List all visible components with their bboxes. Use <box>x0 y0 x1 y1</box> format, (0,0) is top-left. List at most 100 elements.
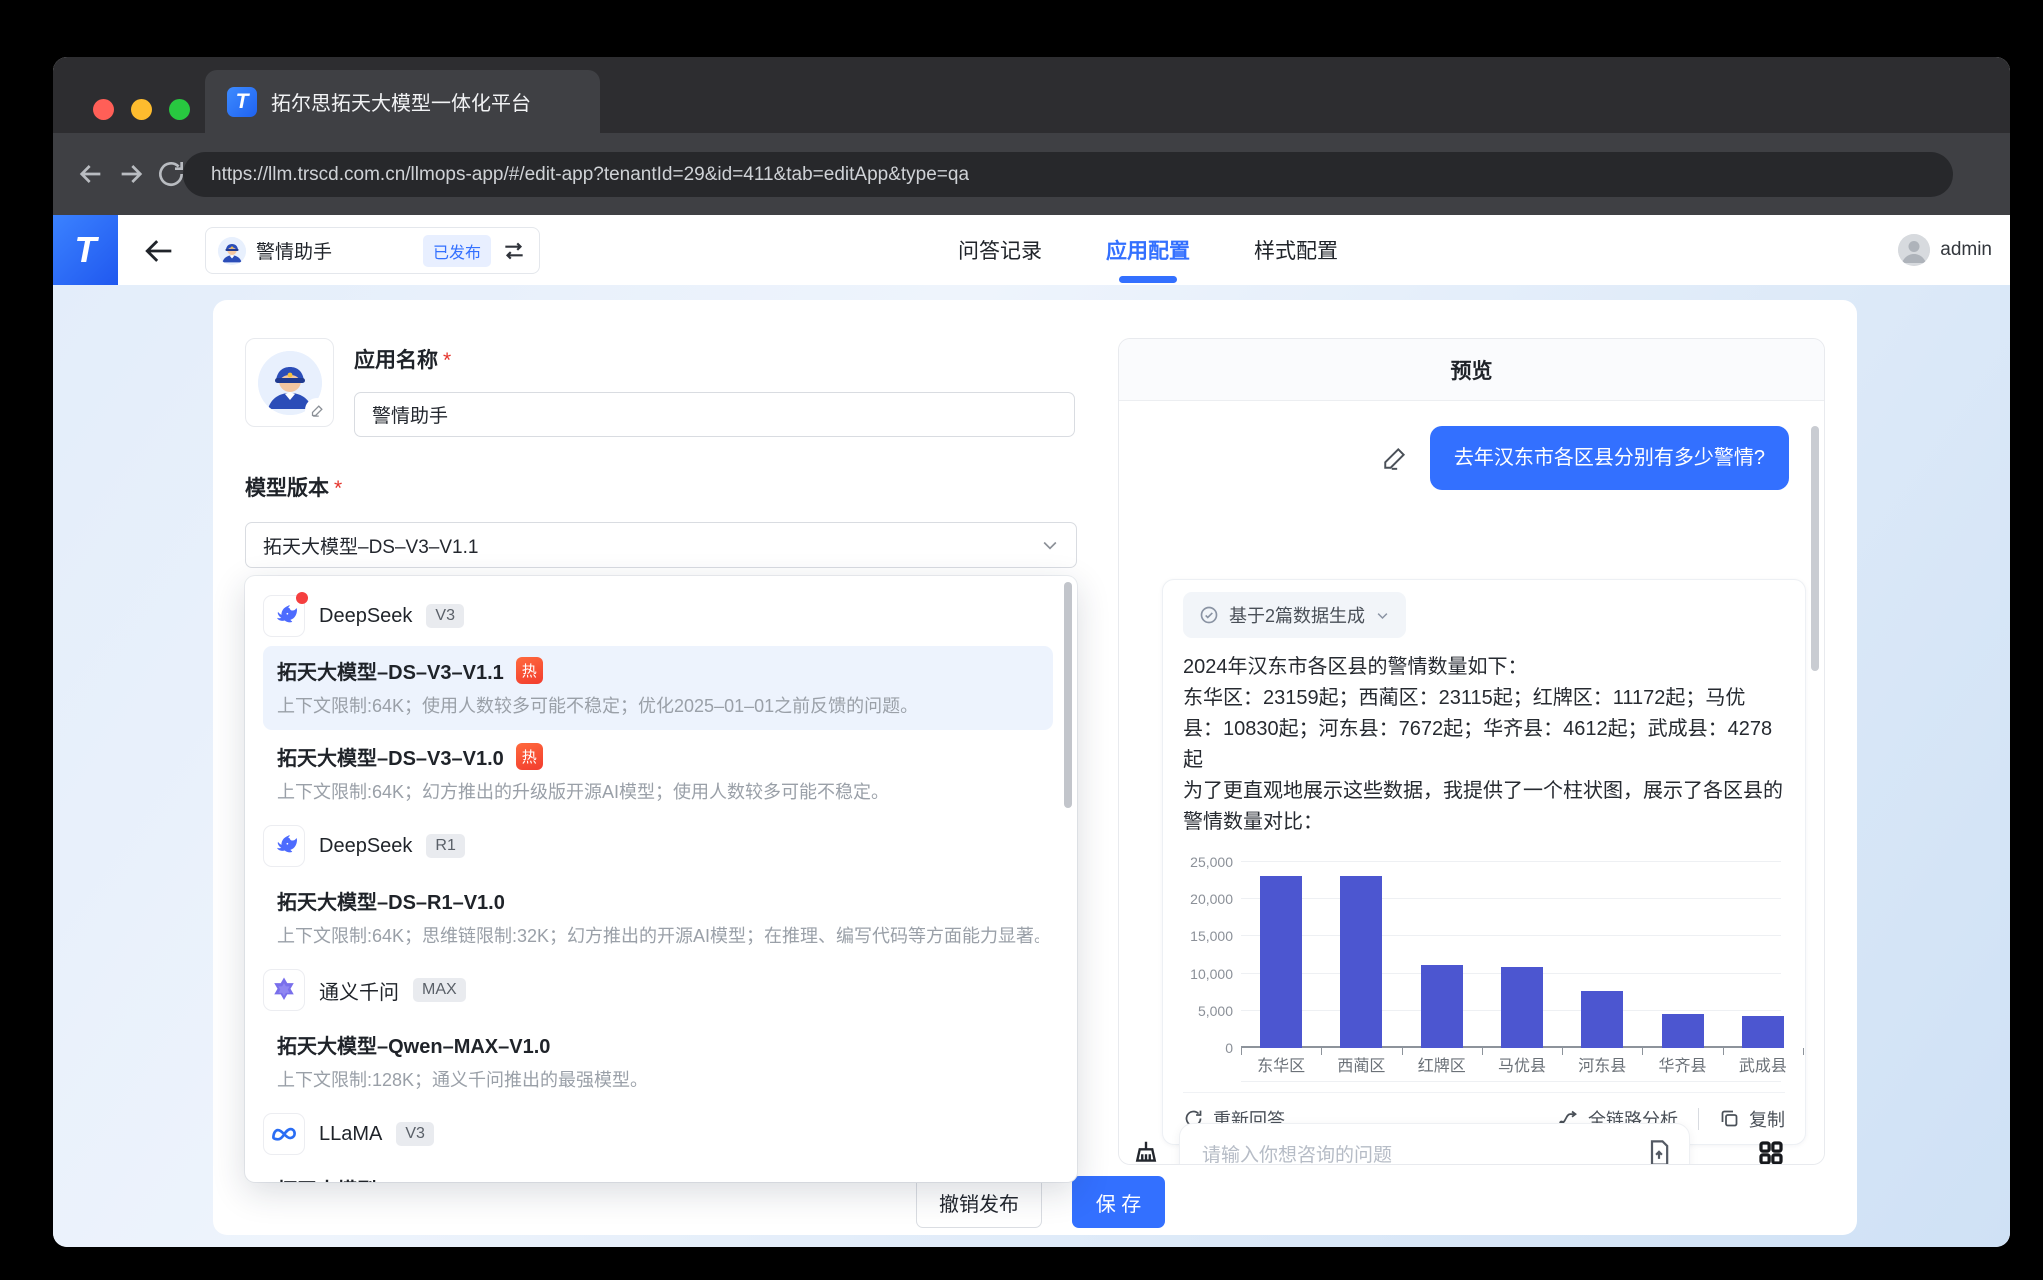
bar-西蔺区 <box>1340 876 1382 1048</box>
source-chip[interactable]: 基于2篇数据生成 <box>1183 592 1406 638</box>
deepseek-logo-icon <box>263 825 305 867</box>
x-axis-label: 西蔺区 <box>1321 1052 1401 1076</box>
bar-华齐县 <box>1662 1014 1704 1048</box>
clear-conversation-icon[interactable] <box>1131 1138 1161 1165</box>
model-option[interactable]: 拓天大模型–DS–V3–V1.0 热上下文限制:64K；幻方推出的升级版开源AI模… <box>263 732 1053 816</box>
browser-toolbar: https://llm.trscd.com.cn/llmops-app/#/ed… <box>53 133 2010 215</box>
browser-titlebar: T 拓尔思拓天大模型一体化平台 <box>53 57 2010 133</box>
x-axis-label: 马优县 <box>1482 1052 1562 1076</box>
model-dropdown: DeepSeekV3拓天大模型–DS–V3–V1.1热上下文限制:64K；使用人… <box>245 576 1077 1182</box>
forward-icon[interactable] <box>115 158 147 190</box>
model-option-description: 上下文限制:64K；幻方推出的升级版开源AI模型；使用人数较多可能不稳定。 <box>277 778 1039 804</box>
chat-area: 去年汉东市各区县分别有多少警情? 基于2篇数据生成 2024年汉东市各区县的警情 <box>1119 401 1824 1165</box>
app-avatar-card[interactable] <box>245 338 334 427</box>
bar-东华区 <box>1260 876 1302 1048</box>
trs-logo[interactable]: T <box>53 215 118 285</box>
footer-buttons: 撤销发布 保 存 <box>213 1176 1857 1228</box>
apps-grid-icon[interactable] <box>1756 1138 1786 1165</box>
model-option-name: 拓天大模型–DS–V3–V1.0 <box>277 742 504 771</box>
provider-name: 通义千问 <box>319 976 399 1005</box>
tab-应用配置[interactable]: 应用配置 <box>1106 215 1190 285</box>
y-axis-tick: 10,000 <box>1190 966 1233 982</box>
app-switcher[interactable]: 警情助手 已发布 <box>205 227 540 274</box>
chat-input-row: 请输入你想咨询的问题 <box>1131 1123 1814 1165</box>
model-option-name: 拓天大模型–DS–R1–V1.0 <box>277 886 505 915</box>
hot-badge: 热 <box>516 743 543 770</box>
tab-样式配置[interactable]: 样式配置 <box>1254 215 1338 285</box>
question-input[interactable]: 请输入你想咨询的问题 <box>1179 1123 1690 1165</box>
model-option[interactable]: 拓天大模型–LLaMA–V3–V1.1上下文限制:8K；优化2024–12–25… <box>263 1164 1053 1182</box>
model-option-name: 拓天大模型–Qwen–MAX–V1.0 <box>277 1030 550 1059</box>
provider-name: LLaMA <box>319 1123 382 1146</box>
bar-红牌区 <box>1421 965 1463 1048</box>
minimize-window-button[interactable] <box>131 99 152 120</box>
model-group-DeepSeek-V3: DeepSeekV3 <box>263 588 1053 644</box>
answer-line: 2024年汉东市各区县的警情数量如下： <box>1183 652 1785 683</box>
x-axis-label: 华齐县 <box>1642 1052 1722 1076</box>
provider-name: DeepSeek <box>319 835 412 858</box>
deepseek-logo-icon <box>263 595 305 637</box>
tab-问答记录[interactable]: 问答记录 <box>958 215 1042 285</box>
input-placeholder: 请输入你想咨询的问题 <box>1202 1140 1392 1166</box>
model-group-通义千问-MAX: 通义千问 MAX <box>263 962 1053 1018</box>
user-message-row: 去年汉东市各区县分别有多少警情? <box>1119 426 1824 490</box>
save-button[interactable]: 保 存 <box>1072 1176 1165 1228</box>
provider-version-badge: R1 <box>426 834 464 858</box>
model-option-name: 拓天大模型–DS–V3–V1.1 <box>277 656 504 685</box>
meta-logo-icon <box>263 1113 305 1155</box>
unpublish-button[interactable]: 撤销发布 <box>916 1176 1042 1228</box>
user-menu[interactable]: admin <box>1898 215 1992 285</box>
assistant-message-card: 基于2篇数据生成 2024年汉东市各区县的警情数量如下：东华区：23159起；西… <box>1162 579 1806 1145</box>
back-icon[interactable] <box>75 158 107 190</box>
upload-file-icon[interactable] <box>1645 1139 1673 1165</box>
model-select[interactable]: 拓天大模型–DS–V3–V1.1 <box>245 522 1077 568</box>
app-config-card: 应用名称* 警情助手 模型版本* 拓天大模型–DS–V3–V1.1 DeepSe… <box>213 300 1857 1235</box>
provider-version-badge: MAX <box>413 978 466 1002</box>
url-bar[interactable]: https://llm.trscd.com.cn/llmops-app/#/ed… <box>183 152 1953 197</box>
model-version-label: 模型版本* <box>245 472 342 502</box>
dropdown-scrollbar[interactable] <box>1064 582 1072 808</box>
back-arrow-icon[interactable] <box>143 234 177 268</box>
chevron-down-icon <box>1040 535 1060 555</box>
close-window-button[interactable] <box>93 99 114 120</box>
model-option-description: 上下文限制:64K；使用人数较多可能不稳定；优化2025–01–01之前反馈的问… <box>277 692 1039 718</box>
y-axis-tick: 15,000 <box>1190 928 1233 944</box>
app-name-input[interactable]: 警情助手 <box>354 392 1075 437</box>
model-option[interactable]: 拓天大模型–DS–V3–V1.1 热上下文限制:64K；使用人数较多可能不稳定；优… <box>263 646 1053 730</box>
x-axis-label: 河东县 <box>1562 1052 1642 1076</box>
y-axis-tick: 20,000 <box>1190 891 1233 907</box>
source-chip-label: 基于2篇数据生成 <box>1229 602 1365 628</box>
app-avatar <box>218 237 246 265</box>
preview-title: 预览 <box>1119 339 1824 401</box>
favicon: T <box>227 87 257 117</box>
police-report-bar-chart: 05,00010,00015,00020,00025,000 东华区西蔺区红牌区… <box>1183 850 1785 1082</box>
model-option[interactable]: 拓天大模型–Qwen–MAX–V1.0上下文限制:128K；通义千问推出的最强模… <box>263 1020 1053 1104</box>
app-name: 警情助手 <box>256 237 413 264</box>
app-header: T 警情助手 已发布 问答记录应用配置样式配置 admin <box>53 215 2010 285</box>
browser-tab[interactable]: T 拓尔思拓天大模型一体化平台 <box>205 70 600 133</box>
app-name-label: 应用名称* <box>354 344 451 374</box>
preview-panel: 预览 去年汉东市各区县分别有多少警情? 基于 <box>1118 338 1825 1165</box>
edit-question-icon[interactable] <box>1382 445 1408 471</box>
assistant-answer-text: 2024年汉东市各区县的警情数量如下：东华区：23159起；西蔺区：23115起… <box>1183 652 1785 838</box>
hot-badge: 热 <box>516 657 543 684</box>
tab-title: 拓尔思拓天大模型一体化平台 <box>271 87 531 116</box>
notification-dot <box>296 592 308 604</box>
switch-app-icon[interactable] <box>501 238 527 264</box>
y-axis-tick: 25,000 <box>1190 854 1233 870</box>
bar-马优县 <box>1501 967 1543 1048</box>
page-background: 应用名称* 警情助手 模型版本* 拓天大模型–DS–V3–V1.1 DeepSe… <box>53 285 2010 1247</box>
model-group-DeepSeek-R1: DeepSeek R1 <box>263 818 1053 874</box>
y-axis-tick: 0 <box>1225 1040 1233 1056</box>
x-axis-label: 东华区 <box>1241 1052 1321 1076</box>
model-group-LLaMA-V3: LLaMAV3 <box>263 1106 1053 1162</box>
model-option[interactable]: 拓天大模型–DS–R1–V1.0上下文限制:64K；思维链限制:32K；幻方推出… <box>263 876 1053 960</box>
edit-avatar-icon[interactable] <box>305 398 329 422</box>
chevron-down-icon <box>1375 608 1390 623</box>
check-circle-icon <box>1199 605 1219 625</box>
qwen-logo-icon <box>263 969 305 1011</box>
x-axis-label: 红牌区 <box>1402 1052 1482 1076</box>
zoom-window-button[interactable] <box>169 99 190 120</box>
user-message-bubble: 去年汉东市各区县分别有多少警情? <box>1430 426 1789 490</box>
url-text: https://llm.trscd.com.cn/llmops-app/#/ed… <box>211 164 969 186</box>
